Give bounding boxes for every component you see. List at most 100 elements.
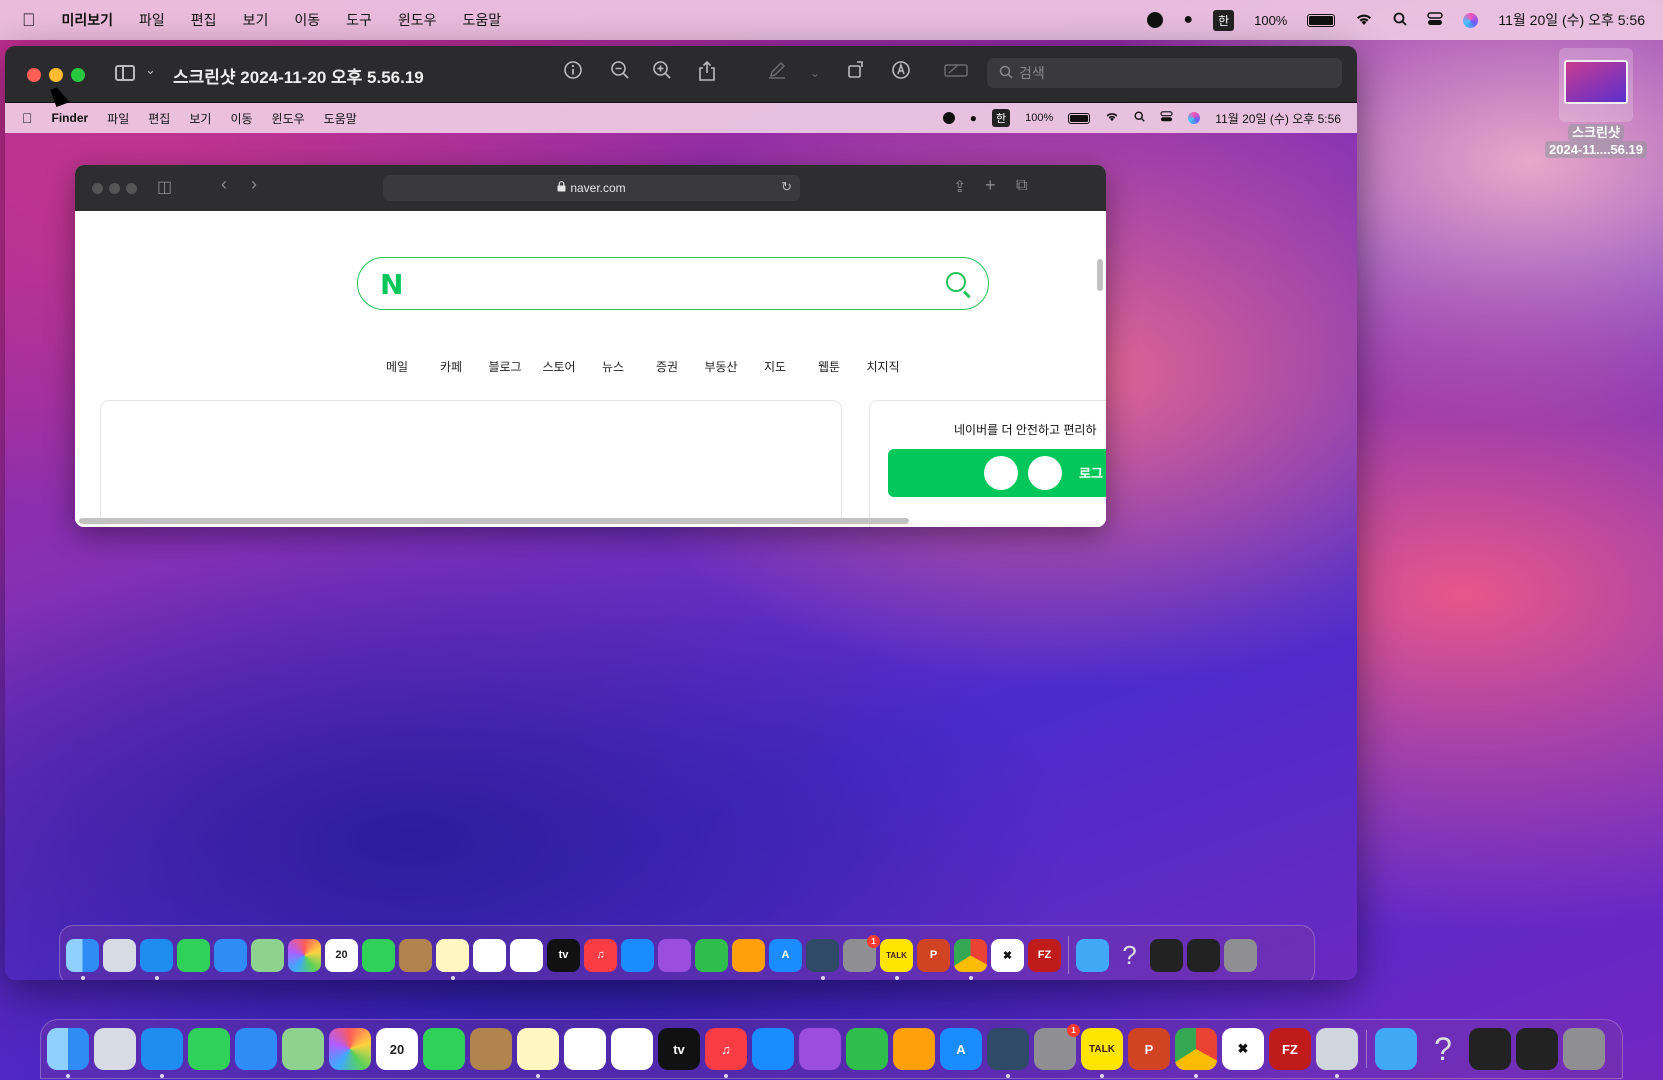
screenshot-clock: 11월 20일 (수) 오후 5:56	[1215, 111, 1341, 126]
apple-menu-icon[interactable]: 	[22, 10, 36, 31]
menu-bar:  미리보기 파일 편집 보기 이동 도구 윈도우 도움말 ● 한 100% 1…	[0, 0, 1663, 40]
markup-pen-icon[interactable]	[764, 60, 790, 86]
file-label-line2: 2024-11....56.19	[1545, 141, 1647, 158]
screen-record-icon[interactable]	[1147, 12, 1164, 28]
horizontal-scrollbar	[79, 518, 909, 524]
keynote-icon[interactable]	[752, 1028, 794, 1070]
naver-login-button: 로그	[888, 449, 1106, 497]
wifi-icon[interactable]	[1355, 12, 1373, 29]
spotlight-search-icon[interactable]	[1393, 12, 1407, 29]
control-center-icon[interactable]	[1427, 11, 1444, 29]
tab-overview-icon: ⧉	[1016, 177, 1028, 194]
photos-icon[interactable]	[329, 1028, 371, 1070]
window-thumb-2-icon[interactable]	[1516, 1028, 1558, 1070]
mail-icon[interactable]	[235, 1028, 277, 1070]
help-icon[interactable]: ?	[1422, 1028, 1464, 1070]
menu-tools[interactable]: 도구	[346, 10, 372, 30]
safari-icon[interactable]	[141, 1028, 183, 1078]
safari-sidebar-icon: ◫	[157, 179, 173, 196]
finder-icon[interactable]	[47, 1028, 89, 1078]
search-field[interactable]	[987, 58, 1342, 88]
reminders-icon[interactable]	[611, 1028, 653, 1070]
menu-app-name[interactable]: 미리보기	[62, 10, 114, 30]
screenshot-menu-window: 윈도우	[261, 111, 305, 126]
markup-icon[interactable]	[888, 60, 914, 86]
finder-icon	[66, 938, 99, 980]
menu-file[interactable]: 파일	[139, 10, 165, 30]
input-source-indicator[interactable]: 한	[1213, 9, 1235, 31]
share-icon[interactable]	[694, 60, 720, 86]
chrome-icon[interactable]	[1175, 1028, 1217, 1078]
calendar-icon[interactable]: 20	[376, 1028, 418, 1070]
preview-icon[interactable]	[1316, 1028, 1358, 1078]
naver-content-card	[100, 400, 842, 527]
form-fill-icon[interactable]	[943, 60, 969, 86]
siri-icon[interactable]	[1463, 12, 1479, 28]
markup-chevron-icon[interactable]: ⌄	[802, 60, 828, 86]
facetime-icon[interactable]	[423, 1028, 465, 1070]
contacts-icon[interactable]	[470, 1028, 512, 1070]
safari-minimize-dot	[109, 183, 120, 194]
screenshot-menu-file: 파일	[96, 111, 129, 126]
contacts-icon	[399, 938, 432, 972]
desktop-screenshot-file[interactable]: 스크린샷 2024-11....56.19	[1531, 48, 1661, 158]
window-thumb-1-icon[interactable]	[1469, 1028, 1511, 1070]
downloads-folder-icon[interactable]	[1375, 1028, 1417, 1070]
system-settings-icon[interactable]: 1	[1034, 1024, 1080, 1070]
photos-icon	[288, 938, 321, 972]
window-thumb-2-icon	[1187, 938, 1220, 972]
podcasts-icon[interactable]	[799, 1028, 841, 1070]
music-icon[interactable]: ♫	[705, 1028, 747, 1078]
menu-window[interactable]: 윈도우	[398, 10, 437, 30]
screenshot-menu-app-name: Finder	[41, 111, 89, 125]
close-button[interactable]	[27, 68, 41, 82]
fullscreen-button[interactable]	[71, 68, 85, 82]
url-text: naver.com	[570, 181, 626, 195]
chevron-down-icon[interactable]: ⌄	[145, 62, 156, 78]
apple-tv-icon[interactable]: tv	[658, 1028, 700, 1070]
filezilla-icon[interactable]: FZ	[1269, 1028, 1311, 1070]
menu-clock[interactable]: 11월 20일 (수) 오후 5:56	[1498, 10, 1645, 30]
info-icon[interactable]	[560, 60, 586, 86]
file-label[interactable]: 스크린샷 2024-11....56.19	[1531, 124, 1661, 158]
mysql-workbench-icon[interactable]	[987, 1028, 1029, 1078]
naver-nav-map: 지도	[763, 360, 787, 374]
app-store-icon: A	[769, 938, 802, 972]
downloads-folder-icon	[1076, 938, 1109, 972]
search-input[interactable]	[1019, 65, 1299, 81]
forward-icon: ›	[251, 174, 257, 194]
kakaotalk-icon[interactable]: TALK	[1081, 1028, 1123, 1078]
preview-window: ⌄ 스크린샷 2024-11-20 오후 5.56.19 ⌄ 검색 Finder…	[5, 46, 1357, 980]
login-circle-1	[984, 456, 1018, 490]
sidebar-toggle-icon[interactable]	[115, 65, 135, 81]
safari-close-dot	[92, 183, 103, 194]
app-store-icon[interactable]: A	[940, 1028, 982, 1070]
menu-help[interactable]: 도움말	[463, 10, 502, 30]
zoom-out-icon[interactable]	[607, 60, 633, 86]
rotate-icon[interactable]	[843, 60, 869, 86]
mysql-workbench-icon	[806, 938, 839, 980]
menu-view[interactable]: 보기	[243, 10, 269, 30]
chrome-icon	[954, 938, 987, 980]
minimize-button[interactable]	[49, 68, 63, 82]
dock-separator	[1068, 936, 1069, 974]
menu-go[interactable]: 이동	[294, 10, 320, 30]
trash-icon[interactable]	[1563, 1028, 1605, 1070]
reload-icon: ↻	[781, 179, 792, 194]
freeform-icon[interactable]	[564, 1028, 606, 1070]
naver-nav-mail: 메일	[385, 360, 409, 374]
numbers-icon[interactable]	[846, 1028, 888, 1070]
menu-edit[interactable]: 편집	[191, 10, 217, 30]
zoom-in-icon[interactable]	[649, 60, 675, 86]
launchpad-icon[interactable]	[94, 1028, 136, 1070]
pages-icon[interactable]	[893, 1028, 935, 1070]
messages-icon[interactable]	[188, 1028, 230, 1070]
powerpoint-icon[interactable]: P	[1128, 1028, 1170, 1070]
maps-icon[interactable]	[282, 1028, 324, 1070]
capcut-icon[interactable]: ✖	[1222, 1028, 1264, 1070]
file-thumbnail[interactable]	[1559, 48, 1633, 122]
notes-icon[interactable]	[517, 1028, 559, 1078]
dock: 20 tv ♫ A 1 TALK P ✖ FZ ?	[40, 1019, 1623, 1079]
kakaotalk-status-icon[interactable]: ●	[1183, 11, 1193, 29]
battery-icon[interactable]	[1307, 13, 1336, 27]
